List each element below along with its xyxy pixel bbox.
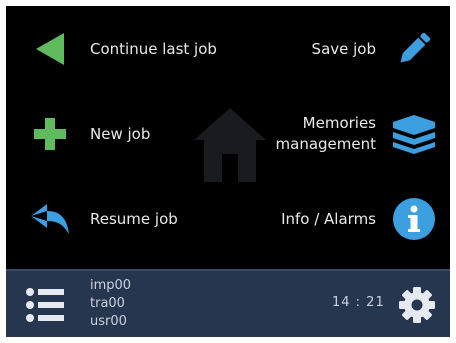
- memories-management-label: Memories management: [276, 113, 376, 155]
- status-info: imp00 tra00 usr00: [90, 277, 131, 331]
- memories-label-line1: Memories: [302, 114, 376, 132]
- info-alarms-label: Info / Alarms: [281, 209, 376, 228]
- continue-last-job-button[interactable]: Continue last job: [20, 14, 230, 84]
- new-job-label: New job: [90, 124, 151, 143]
- status-line-usr: usr00: [90, 314, 127, 329]
- continue-last-job-label: Continue last job: [90, 39, 217, 58]
- status-bar: imp00 tra00 usr00 14 : 21: [6, 269, 450, 337]
- main-screen: Continue last job Save job New job Memor: [6, 6, 450, 337]
- save-job-label: Save job: [311, 39, 376, 58]
- info-icon: [388, 194, 440, 244]
- layers-icon: [388, 109, 440, 159]
- new-job-button[interactable]: New job: [20, 99, 230, 169]
- resume-job-label: Resume job: [90, 209, 178, 228]
- resume-job-button[interactable]: Resume job: [20, 184, 230, 254]
- status-line-tra: tra00: [90, 296, 125, 311]
- memories-management-button[interactable]: Memories management: [230, 99, 440, 169]
- play-back-triangle-icon: [20, 24, 80, 74]
- plus-icon: [20, 109, 80, 159]
- memories-label-line2: management: [275, 135, 376, 153]
- list-icon[interactable]: [24, 285, 68, 325]
- clock: 14 : 21: [332, 295, 385, 310]
- status-line-imp: imp00: [90, 278, 132, 293]
- save-job-button[interactable]: Save job: [230, 14, 440, 84]
- reply-arrow-icon: [20, 194, 80, 244]
- pencil-icon: [388, 24, 440, 74]
- info-alarms-button[interactable]: Info / Alarms: [230, 184, 440, 254]
- gear-icon[interactable]: [398, 286, 436, 324]
